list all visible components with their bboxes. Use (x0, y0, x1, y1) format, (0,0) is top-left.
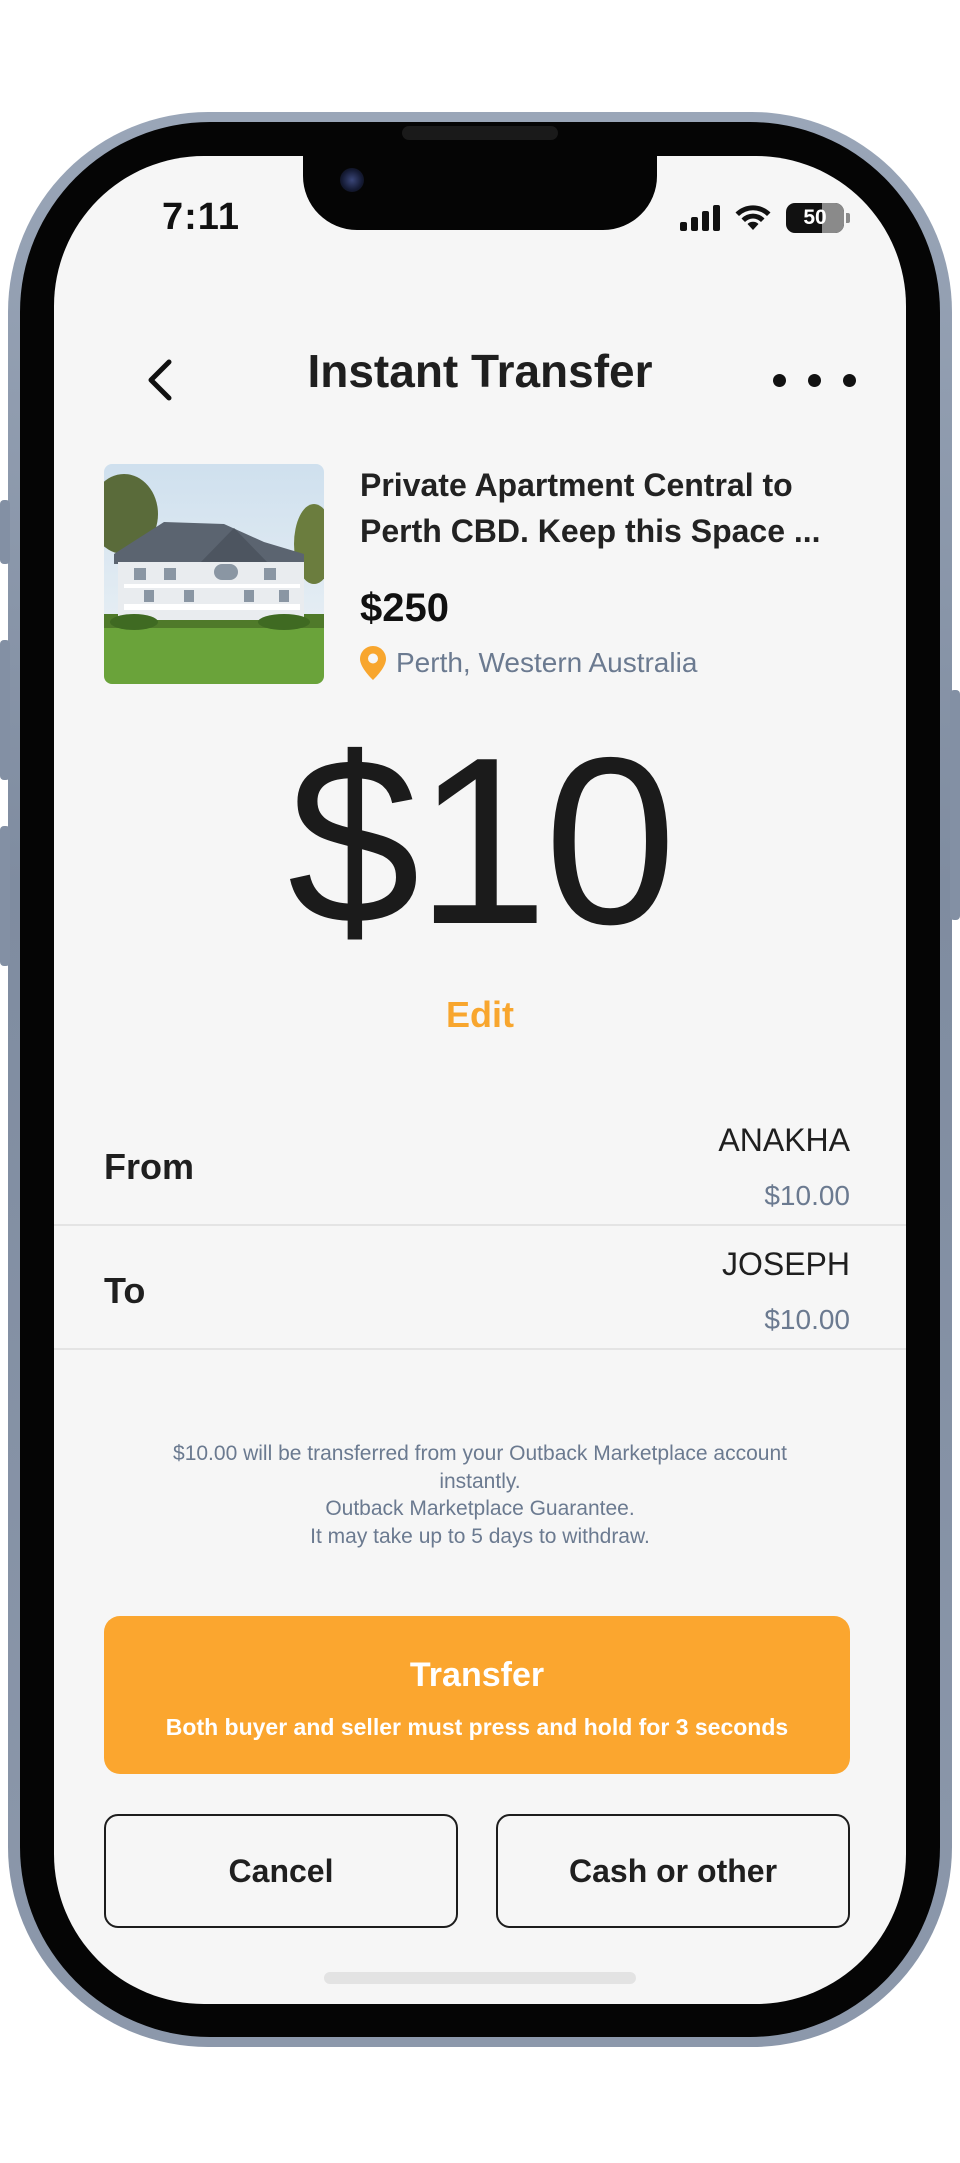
transfer-amount: $10 (287, 709, 676, 974)
phone-volume-down (0, 826, 10, 966)
listing-price: $250 (360, 586, 449, 630)
battery-level: 50 (803, 206, 827, 229)
cancel-button[interactable]: Cancel (104, 1814, 458, 1928)
wifi-icon (735, 205, 771, 230)
from-label: From (104, 1146, 194, 1187)
to-name: JOSEPH (721, 1246, 850, 1282)
chevron-left-icon (148, 359, 172, 401)
listing-title[interactable]: Private Apartment Central to Perth CBD. … (360, 462, 860, 554)
transfer-notes: $10.00 will be transferred from your Out… (144, 1440, 816, 1550)
from-amount: $10.00 (764, 1180, 850, 1211)
transfer-button-label: Transfer (409, 1656, 545, 1694)
note-line: It may take up to 5 days to withdraw. (310, 1524, 650, 1548)
back-button[interactable] (132, 352, 188, 408)
transfer-button[interactable]: Transfer Both buyer and seller must pres… (104, 1616, 850, 1774)
transfer-button-hint: Both buyer and seller must press and hol… (165, 1714, 789, 1740)
notch (303, 156, 657, 230)
battery-icon: 50 (786, 203, 844, 233)
home-indicator[interactable] (324, 1972, 636, 1984)
status-icons: 50 (680, 202, 850, 234)
speaker-grille (402, 126, 558, 140)
listing-location: Perth, Western Australia (360, 646, 697, 680)
map-pin-icon (360, 646, 386, 680)
phone-volume-up (0, 640, 10, 780)
edit-amount-link[interactable]: Edit (54, 994, 906, 1036)
phone-side-button (0, 500, 10, 564)
more-horizontal-icon (773, 373, 786, 387)
from-row: From ANAKHA $10.00 (54, 1102, 906, 1226)
note-line: Outback Marketplace Guarantee. (325, 1497, 635, 1520)
front-camera (340, 168, 364, 192)
status-time: 7:11 (162, 196, 240, 238)
battery-tip (846, 213, 850, 223)
cellular-signal-icon (680, 205, 720, 231)
more-options-button[interactable] (773, 360, 856, 400)
from-name: ANAKHA (718, 1122, 850, 1158)
to-row: To JOSEPH $10.00 (54, 1226, 906, 1350)
app-screen: 7:11 50 Instant Transfer Private Apartme… (54, 156, 906, 2004)
cash-or-other-button[interactable]: Cash or other (496, 1814, 850, 1928)
listing-location-text: Perth, Western Australia (396, 647, 698, 678)
to-label: To (104, 1270, 146, 1311)
listing-image (104, 464, 324, 684)
phone-power-button (950, 690, 960, 920)
note-line: $10.00 will be transferred from your Out… (173, 1442, 787, 1493)
to-amount: $10.00 (764, 1304, 850, 1335)
